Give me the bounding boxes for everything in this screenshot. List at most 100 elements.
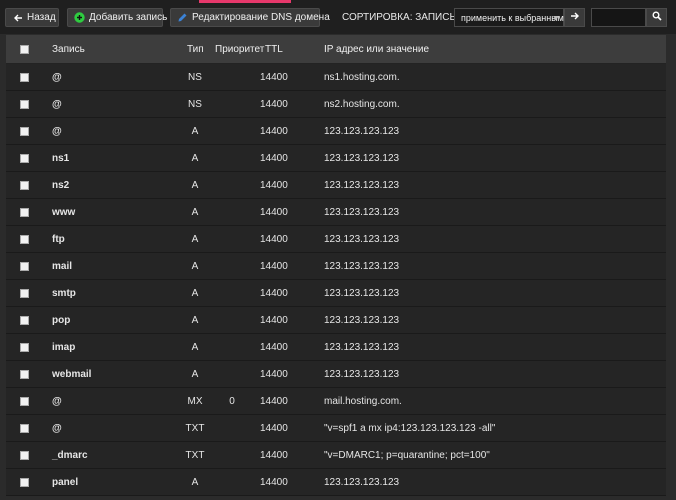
- record-type: NS: [188, 98, 202, 110]
- select-all-checkbox[interactable]: [20, 44, 29, 54]
- record-ttl: 14400: [260, 98, 288, 110]
- record-ttl: 14400: [260, 125, 288, 137]
- record-name: @: [52, 125, 62, 137]
- active-tab-indicator: [199, 0, 291, 3]
- row-checkbox[interactable]: [20, 342, 29, 352]
- table-row[interactable]: mail A 14400 123.123.123.123: [6, 253, 666, 280]
- table-row[interactable]: @ TXT 14400 "v=spf1 a mx ip4:123.123.123.12…: [6, 415, 666, 442]
- row-checkbox[interactable]: [20, 450, 29, 460]
- arrow-left-icon: [12, 12, 23, 23]
- apply-button[interactable]: [564, 8, 585, 27]
- table-row[interactable]: ns2 A 14400 123.123.123.123: [6, 172, 666, 199]
- row-checkbox[interactable]: [20, 315, 29, 325]
- record-type: A: [191, 476, 199, 488]
- edit-dns-button[interactable]: Редактирование DNS домена: [170, 8, 330, 27]
- row-checkbox[interactable]: [20, 261, 29, 271]
- back-button[interactable]: Назад: [5, 8, 59, 27]
- record-value: 123.123.123.123: [324, 314, 400, 326]
- record-type: TXT: [185, 449, 205, 461]
- bulk-action-select[interactable]: применить к выбранным: [454, 8, 564, 27]
- dns-records-table: Запись Тип Приоритет TTL IP адрес или зн…: [6, 35, 666, 496]
- record-ttl: 14400: [260, 368, 288, 380]
- record-value: mail.hosting.com.: [324, 395, 402, 407]
- record-priority: 0: [229, 395, 235, 407]
- table-row[interactable]: panel A 14400 123.123.123.123: [6, 469, 666, 496]
- record-value: 123.123.123.123: [324, 152, 400, 164]
- table-row[interactable]: www A 14400 123.123.123.123: [6, 199, 666, 226]
- record-ttl: 14400: [260, 287, 288, 299]
- row-checkbox[interactable]: [20, 207, 29, 217]
- sort-field[interactable]: ЗАПИСЬ: [415, 12, 456, 23]
- row-checkbox[interactable]: [20, 477, 29, 487]
- record-name: @: [52, 422, 62, 434]
- table-row[interactable]: @ NS 14400 ns2.hosting.com.: [6, 91, 666, 118]
- record-ttl: 14400: [260, 422, 288, 434]
- row-checkbox[interactable]: [20, 99, 29, 109]
- header-value[interactable]: IP адрес или значение: [324, 44, 429, 55]
- table-row[interactable]: @ NS 14400 ns1.hosting.com.: [6, 64, 666, 91]
- row-checkbox[interactable]: [20, 180, 29, 190]
- search-icon: [652, 11, 662, 24]
- row-checkbox[interactable]: [20, 72, 29, 82]
- record-type: A: [191, 341, 199, 353]
- record-value: 123.123.123.123: [324, 341, 400, 353]
- sort-label: СОРТИРОВКА:: [342, 12, 413, 23]
- row-checkbox[interactable]: [20, 126, 29, 136]
- record-ttl: 14400: [260, 206, 288, 218]
- row-checkbox[interactable]: [20, 423, 29, 433]
- record-name: ns1: [52, 152, 70, 164]
- record-value: 123.123.123.123: [324, 368, 400, 380]
- table-row[interactable]: smtp A 14400 123.123.123.123: [6, 280, 666, 307]
- table-row[interactable]: pop A 14400 123.123.123.123: [6, 307, 666, 334]
- row-checkbox[interactable]: [20, 153, 29, 163]
- record-ttl: 14400: [260, 71, 288, 83]
- add-record-button[interactable]: Добавить запись: [67, 8, 167, 27]
- record-name: imap: [52, 341, 76, 353]
- record-type: A: [191, 368, 199, 380]
- record-value: 123.123.123.123: [324, 476, 400, 488]
- record-type: A: [191, 206, 199, 218]
- edit-dns-button-label: Редактирование DNS домена: [192, 12, 330, 23]
- table-row[interactable]: webmail A 14400 123.123.123.123: [6, 361, 666, 388]
- record-ttl: 14400: [260, 395, 288, 407]
- record-name: @: [52, 395, 62, 407]
- table-row[interactable]: _dmarc TXT 14400 "v=DMARC1; p=quarantine; p…: [6, 442, 666, 469]
- record-value: 123.123.123.123: [324, 287, 400, 299]
- record-name: ftp: [52, 233, 65, 245]
- record-value: 123.123.123.123: [324, 206, 400, 218]
- back-button-label: Назад: [27, 12, 56, 23]
- table-header: Запись Тип Приоритет TTL IP адрес или зн…: [6, 35, 666, 64]
- row-checkbox[interactable]: [20, 234, 29, 244]
- search-button[interactable]: [646, 8, 667, 27]
- record-value: 123.123.123.123: [324, 125, 400, 137]
- record-value: "v=DMARC1; p=quarantine; pct=100": [324, 449, 490, 461]
- header-priority[interactable]: Приоритет: [215, 44, 264, 55]
- row-checkbox[interactable]: [20, 288, 29, 298]
- record-type: TXT: [185, 422, 205, 434]
- pencil-icon: [177, 12, 188, 23]
- record-name: panel: [52, 476, 79, 488]
- table-row[interactable]: ns1 A 14400 123.123.123.123: [6, 145, 666, 172]
- search-input[interactable]: [591, 8, 646, 27]
- table-row[interactable]: imap A 14400 123.123.123.123: [6, 334, 666, 361]
- record-ttl: 14400: [260, 233, 288, 245]
- header-name[interactable]: Запись: [52, 44, 85, 55]
- record-value: ns1.hosting.com.: [324, 71, 400, 83]
- record-ttl: 14400: [260, 152, 288, 164]
- header-type[interactable]: Тип: [187, 44, 204, 55]
- table-body: @ NS 14400 ns1.hosting.com. @ NS 14400 ns2.host…: [6, 64, 666, 496]
- record-name: smtp: [52, 287, 76, 299]
- sort-control[interactable]: СОРТИРОВКА: ЗАПИСЬ ↓↑: [342, 12, 471, 23]
- record-value: 123.123.123.123: [324, 233, 400, 245]
- record-name: _dmarc: [52, 449, 88, 461]
- record-type: A: [191, 152, 199, 164]
- row-checkbox[interactable]: [20, 396, 29, 406]
- record-type: A: [191, 260, 199, 272]
- header-ttl[interactable]: TTL: [265, 44, 283, 55]
- record-name: www: [52, 206, 76, 218]
- record-type: NS: [188, 71, 202, 83]
- table-row[interactable]: @ A 14400 123.123.123.123: [6, 118, 666, 145]
- table-row[interactable]: ftp A 14400 123.123.123.123: [6, 226, 666, 253]
- row-checkbox[interactable]: [20, 369, 29, 379]
- table-row[interactable]: @ MX 0 14400 mail.hosting.com.: [6, 388, 666, 415]
